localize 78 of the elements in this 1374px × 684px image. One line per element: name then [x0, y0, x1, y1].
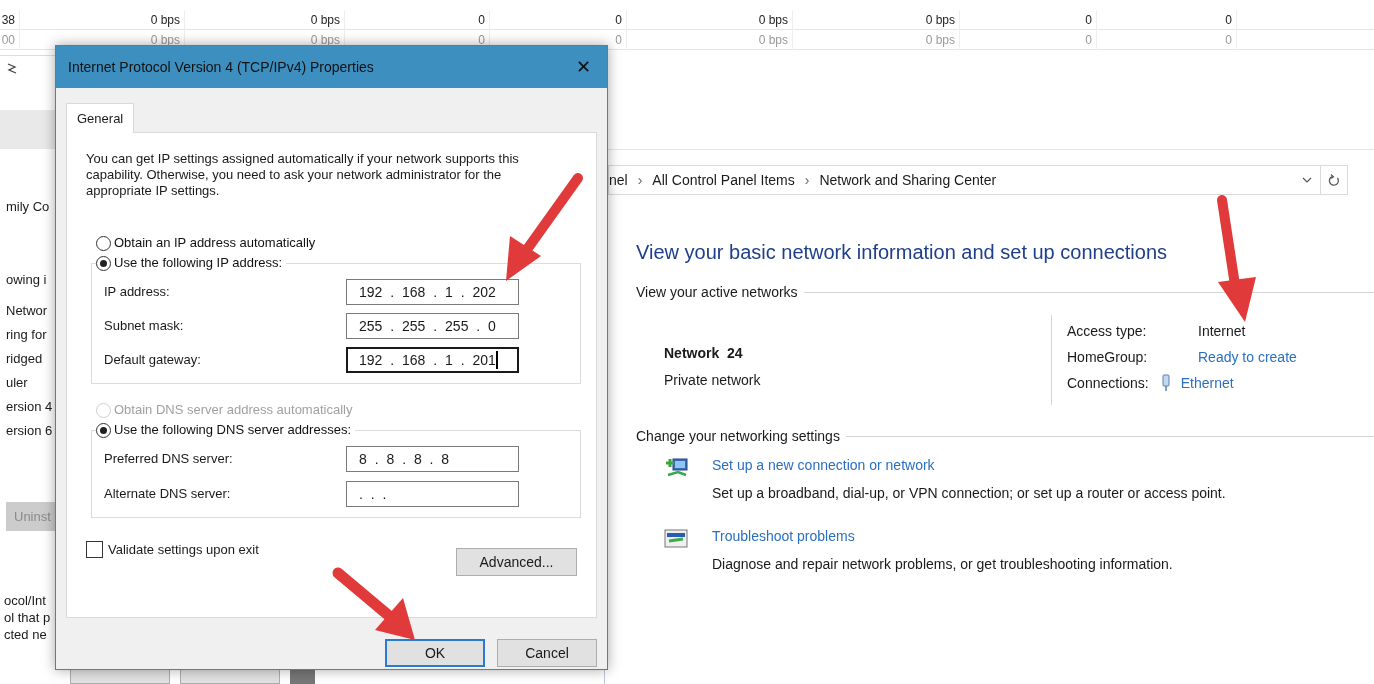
list-item[interactable]: ridged — [6, 346, 43, 371]
task-description: Diagnose and repair network problems, or get troubleshooting information. — [712, 555, 1173, 574]
table-cell: 0 — [960, 10, 1097, 30]
table-cell: 38 — [0, 10, 20, 30]
connection-link[interactable]: Ethernet — [1180, 372, 1234, 394]
radio-label: Use the following DNS server addresses: — [114, 421, 351, 440]
breadcrumb-separator: › — [637, 170, 643, 190]
checkbox-label: Validate settings upon exit — [108, 541, 259, 559]
table-cell: 0 bps — [793, 10, 960, 30]
radio-label: Use the following IP address: — [114, 254, 283, 273]
description-text: ol that p — [4, 609, 51, 627]
ip-address-field[interactable]: . . . — [346, 481, 519, 507]
table-cell: 0 bps — [627, 10, 793, 30]
description-text: cted ne — [4, 626, 47, 644]
table-cell: 0 bps — [793, 30, 960, 50]
ip-address-field[interactable]: 255 . 255 . 255 . 0 — [346, 313, 519, 339]
detail-label: Access type: — [1067, 321, 1148, 341]
section-label: View your active networks — [636, 282, 798, 302]
window-title: Internet Protocol Version 4 (TCP/IPv4) Properties — [68, 57, 375, 77]
detail-value: Internet — [1198, 321, 1246, 341]
radio-button[interactable] — [96, 422, 111, 438]
list-item[interactable]: ersion 4 — [6, 394, 53, 419]
chevron-down-icon — [1302, 177, 1312, 183]
list-header: owing i — [6, 270, 47, 289]
description-text: You can get IP settings assigned automatically if your network supports this capability. Otherwise, you need to ask your network administrator for the appropriate IP settings. — [86, 151, 520, 199]
radio-button[interactable] — [96, 255, 111, 271]
radio-label: Obtain an IP address automatically — [114, 234, 316, 253]
checkbox[interactable] — [86, 541, 103, 559]
list-item[interactable]: uler — [6, 370, 28, 395]
network-add-icon — [664, 457, 690, 479]
homegroup-link[interactable]: Ready to create — [1198, 346, 1297, 368]
breadcrumb-item[interactable]: All Control Panel Items — [652, 169, 795, 191]
field-label: IP address: — [104, 283, 171, 302]
tab[interactable]: General — [66, 103, 135, 133]
list-item[interactable]: Networ — [6, 298, 48, 323]
detail-label: HomeGroup: — [1067, 347, 1149, 367]
page-heading: View your basic network information and set up connections — [636, 240, 1169, 265]
table-cell: 0 — [1097, 10, 1237, 30]
advanced-button[interactable]: Advanced... — [456, 548, 577, 576]
address-bar[interactable]: nel › All Control Panel Items › Network and Sharing Center — [608, 165, 1348, 195]
table-cell: 0 bps — [627, 30, 793, 50]
ip-address-field[interactable]: 192 . 168 . 1 . 202 — [346, 279, 519, 305]
table-cell: 0 bps — [185, 10, 345, 30]
close-button[interactable]: ✕ — [565, 52, 601, 82]
dialog-button[interactable]: OK — [385, 639, 485, 667]
squiggle-icon — [6, 62, 18, 75]
table-cell: 0 — [490, 10, 627, 30]
ip-address-field[interactable]: 192 . 168 . 1 . 201 — [346, 347, 519, 373]
refresh-icon — [1328, 173, 1340, 187]
table-cell: 0 — [1097, 30, 1237, 50]
table-cell: 00 — [0, 30, 20, 50]
breadcrumb-separator: › — [804, 170, 810, 190]
ethernet-plug-icon — [1160, 374, 1171, 392]
field-label: Preferred DNS server: — [104, 450, 234, 469]
list-item[interactable]: ring for — [6, 322, 47, 347]
network-name: Network 24 — [664, 344, 743, 363]
dialog-button[interactable]: Cancel — [497, 639, 597, 667]
list-item[interactable]: ersion 6 — [6, 418, 53, 443]
network-type: Private network — [664, 371, 761, 390]
task-description: Set up a broadband, dial-up, or VPN connection; or set up a router or access point. — [712, 484, 1226, 503]
field-label: Alternate DNS server: — [104, 485, 232, 504]
radio-label: Obtain DNS server address automatically — [114, 401, 353, 420]
field-label: Default gateway: — [104, 351, 202, 370]
ip-address-field[interactable]: 8 . 8 . 8 . 8 — [346, 446, 519, 472]
troubleshoot-icon — [664, 528, 690, 550]
table-cell: 0 — [960, 30, 1097, 50]
description-text: ocol/Int — [4, 592, 46, 610]
field-label: Subnet mask: — [104, 317, 185, 336]
section-label: Change your networking settings — [636, 426, 840, 446]
table-cell: 0 — [345, 10, 490, 30]
radio-button[interactable] — [96, 235, 111, 251]
breadcrumb-item[interactable]: nel — [609, 169, 628, 191]
detail-label: Connections: — [1067, 373, 1149, 393]
table-cell: 0 bps — [20, 10, 185, 30]
breadcrumb-item[interactable]: Network and Sharing Center — [819, 169, 997, 191]
task-link[interactable]: Troubleshoot problems — [712, 526, 855, 547]
task-link[interactable]: Set up a new connection or network — [712, 455, 935, 476]
tab-label: mily Co — [6, 197, 50, 216]
